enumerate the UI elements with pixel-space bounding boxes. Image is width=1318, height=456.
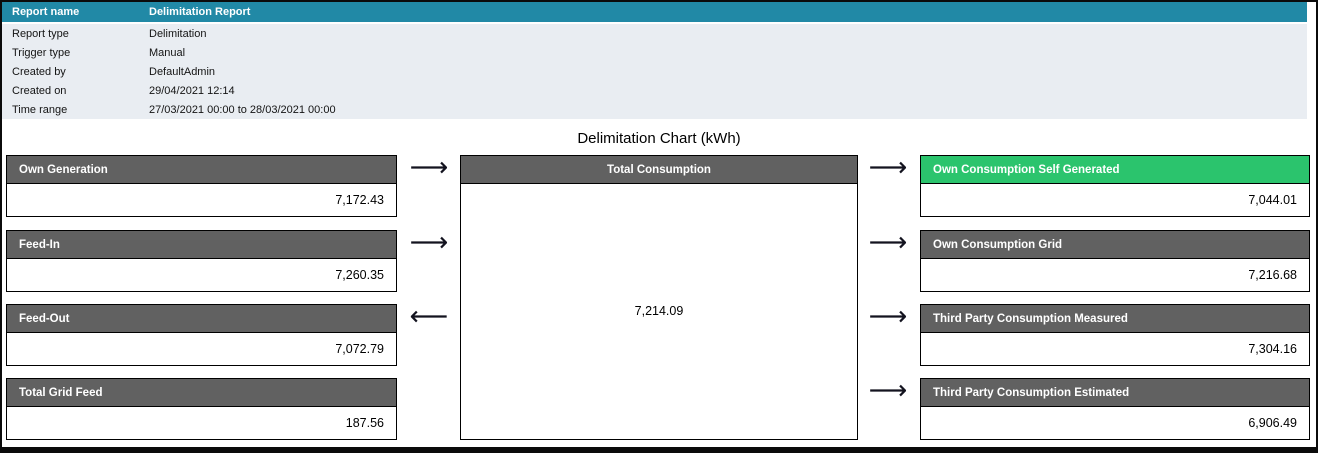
box-header: Own Generation [7, 156, 396, 184]
table-row-report-type: Report type Delimitation [2, 24, 1307, 43]
table-row-time-range: Time range 27/03/2021 00:00 to 28/03/202… [2, 100, 1307, 119]
report-name-value: Delimitation Report [149, 6, 1307, 18]
flow-box-feed-out: Feed-Out 7,072.79 [6, 304, 397, 366]
box-header: Own Consumption Grid [921, 231, 1309, 259]
row-label: Trigger type [2, 47, 149, 59]
report-metadata-table: Report name Delimitation Report Report t… [2, 2, 1307, 119]
flow-arrow-right-icon: ⟶ [857, 304, 919, 332]
box-value: 7,044.01 [921, 184, 1309, 216]
box-value: 7,216.68 [921, 259, 1309, 291]
flow-arrow-right-icon: ⟶ [857, 155, 919, 183]
box-header: Total Grid Feed [7, 379, 396, 407]
row-label: Created on [2, 85, 149, 97]
box-header: Third Party Consumption Measured [921, 305, 1309, 333]
row-label: Created by [2, 66, 149, 78]
box-value: 6,906.49 [921, 407, 1309, 439]
box-header-highlighted: Own Consumption Self Generated [921, 156, 1309, 184]
report-name-label: Report name [2, 6, 149, 18]
flow-arrow-right-icon: ⟶ [857, 378, 919, 406]
flow-box-feed-in: Feed-In 7,260.35 [6, 230, 397, 292]
flow-arrow-right-icon: ⟶ [857, 230, 919, 258]
box-header: Total Consumption [461, 156, 857, 184]
box-value: 7,260.35 [7, 259, 396, 291]
flow-arrow-left-icon: ⟵ [398, 304, 460, 332]
row-label: Time range [2, 104, 149, 116]
flow-box-total-grid-feed: Total Grid Feed 187.56 [6, 378, 397, 440]
box-value: 7,214.09 [461, 304, 857, 318]
flow-box-total-consumption: Total Consumption 7,214.09 [460, 155, 858, 440]
row-label: Report type [2, 28, 149, 40]
box-value: 7,072.79 [7, 333, 396, 365]
box-header: Feed-Out [7, 305, 396, 333]
table-row-created-on: Created on 29/04/2021 12:14 [2, 81, 1307, 100]
row-value: 29/04/2021 12:14 [149, 85, 1307, 97]
box-value: 7,172.43 [7, 184, 396, 216]
table-row-created-by: Created by DefaultAdmin [2, 62, 1307, 81]
flow-box-third-party-consumption-estimated: Third Party Consumption Estimated 6,906.… [920, 378, 1310, 440]
box-body: 7,214.09 [461, 184, 857, 440]
flow-box-third-party-consumption-measured: Third Party Consumption Measured 7,304.1… [920, 304, 1310, 366]
table-row-trigger-type: Trigger type Manual [2, 43, 1307, 62]
row-value: Manual [149, 47, 1307, 59]
row-value: 27/03/2021 00:00 to 28/03/2021 00:00 [149, 104, 1307, 116]
box-header: Feed-In [7, 231, 396, 259]
flow-arrow-right-icon: ⟶ [398, 155, 460, 183]
flow-box-own-consumption-grid: Own Consumption Grid 7,216.68 [920, 230, 1310, 292]
row-value: Delimitation [149, 28, 1307, 40]
flow-arrow-right-icon: ⟶ [398, 230, 460, 258]
flow-box-own-generation: Own Generation 7,172.43 [6, 155, 397, 217]
box-value: 187.56 [7, 407, 396, 439]
box-header: Third Party Consumption Estimated [921, 379, 1309, 407]
table-header-row: Report name Delimitation Report [2, 2, 1307, 22]
row-value: DefaultAdmin [149, 66, 1307, 78]
chart-title: Delimitation Chart (kWh) [0, 130, 1318, 147]
flow-box-own-consumption-self-generated: Own Consumption Self Generated 7,044.01 [920, 155, 1310, 217]
box-value: 7,304.16 [921, 333, 1309, 365]
